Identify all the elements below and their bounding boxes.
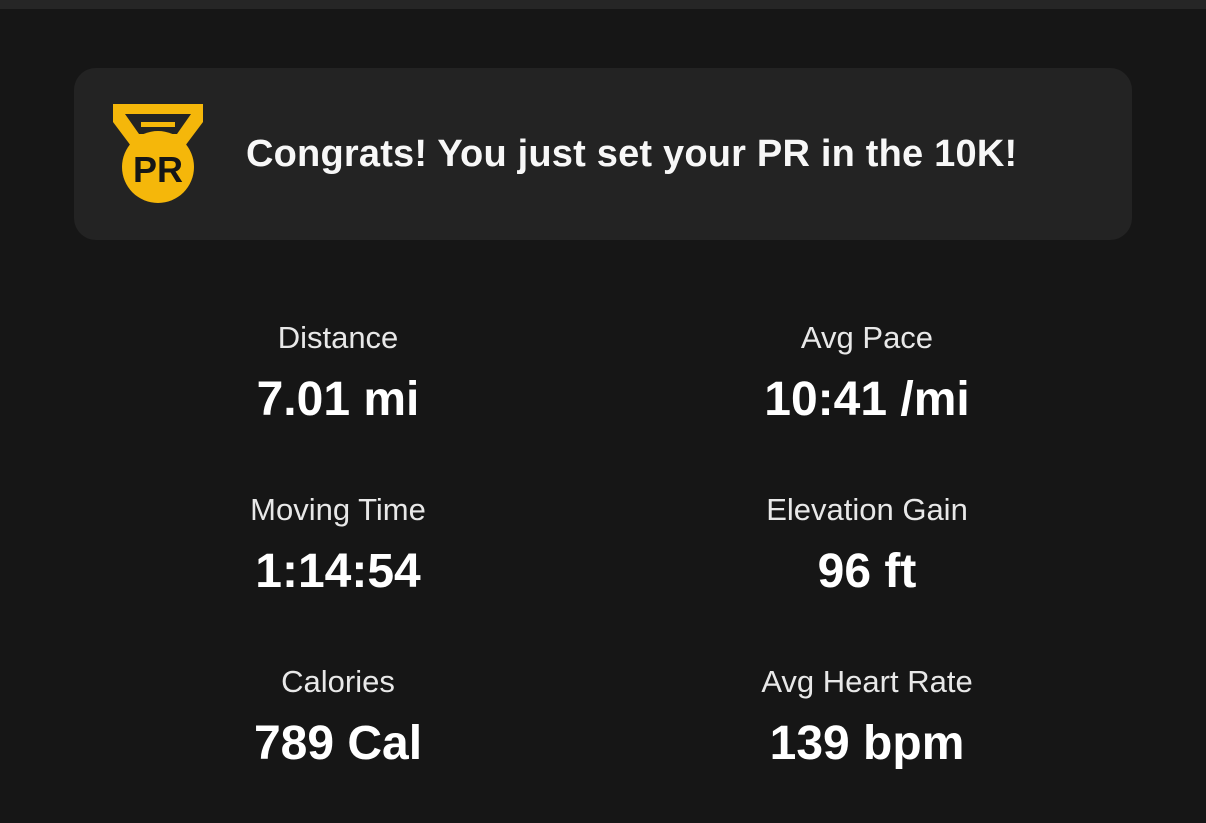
pr-achievement-banner: PR Congrats! You just set your PR in the…: [74, 68, 1132, 240]
stat-moving-time: Moving Time 1:14:54: [118, 490, 558, 602]
stat-value: 1:14:54: [255, 545, 421, 598]
pr-message: Congrats! You just set your PR in the 10…: [246, 132, 1018, 175]
stat-label: Moving Time: [250, 492, 426, 527]
stat-label: Avg Heart Rate: [761, 664, 973, 699]
stat-value: 96 ft: [817, 545, 917, 598]
stat-distance: Distance 7.01 mi: [118, 318, 558, 430]
stat-label: Calories: [281, 664, 395, 699]
pr-medal-icon: PR: [113, 104, 203, 203]
medal-text: PR: [133, 149, 183, 190]
top-bar: [0, 0, 1206, 9]
stat-label: Distance: [277, 320, 399, 355]
stat-value: 10:41 /mi: [764, 373, 970, 426]
stat-elevation-gain: Elevation Gain 96 ft: [647, 490, 1087, 602]
stat-value: 139 bpm: [769, 717, 965, 770]
stat-calories: Calories 789 Cal: [118, 662, 558, 774]
stat-value: 789 Cal: [253, 717, 423, 770]
stat-label: Elevation Gain: [766, 492, 968, 527]
stat-value: 7.01 mi: [256, 373, 420, 426]
stat-avg-heart-rate: Avg Heart Rate 139 bpm: [647, 662, 1087, 774]
stat-avg-pace: Avg Pace 10:41 /mi: [647, 318, 1087, 430]
stat-label: Avg Pace: [800, 320, 934, 355]
